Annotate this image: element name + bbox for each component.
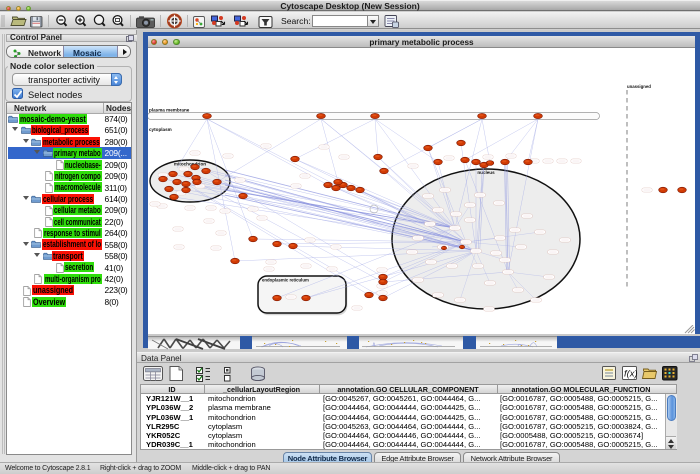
- svg-text:mitochondrion: mitochondrion: [174, 162, 206, 167]
- svg-text:endoplasmic reticulum: endoplasmic reticulum: [262, 278, 309, 283]
- svg-text:nucleus: nucleus: [477, 170, 495, 175]
- svg-text:cytoplasm: cytoplasm: [149, 127, 172, 132]
- svg-text:plasma membrane: plasma membrane: [149, 108, 190, 113]
- svg-text:unassigned: unassigned: [627, 84, 651, 89]
- svg-text:f(x): f(x): [624, 369, 638, 380]
